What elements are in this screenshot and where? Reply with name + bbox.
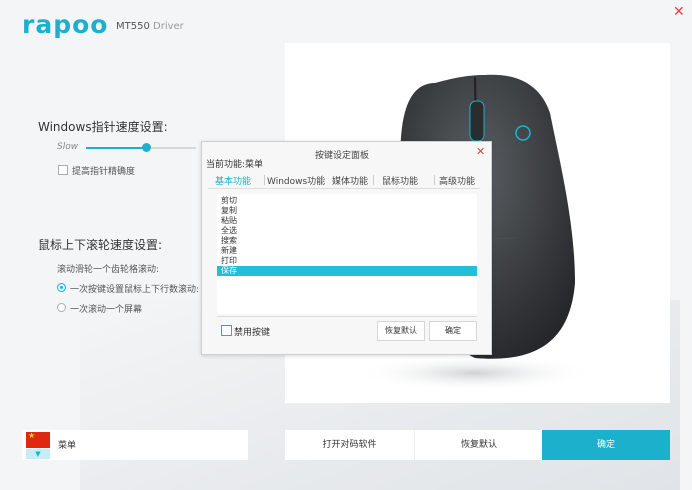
function-tabs: 基本功能 Windows功能 媒体功能 鼠标功能 高级功能 <box>208 172 480 189</box>
restore-default-button[interactable]: 恢复默认 <box>414 430 543 460</box>
confirm-button[interactable]: 确定 <box>542 430 670 460</box>
disable-key-label: 禁用按键 <box>234 328 271 338</box>
flag-star-icon: ★ <box>28 431 36 440</box>
tab-divider <box>264 175 265 185</box>
scroll-lines-radio[interactable] <box>57 283 66 292</box>
list-item[interactable]: 新建 <box>217 246 477 256</box>
rapoo-logo: rapoo <box>22 10 109 39</box>
list-item[interactable]: 复制 <box>217 206 477 216</box>
list-item[interactable]: 剪切 <box>217 196 477 206</box>
button-settings-dialog: 按键设定面板 ✕ 当前功能:菜单 基本功能 Windows功能 媒体功能 鼠标功… <box>201 141 492 355</box>
tab-advanced[interactable]: 高级功能 <box>439 174 475 187</box>
dialog-close-icon[interactable]: ✕ <box>476 145 485 158</box>
tab-basic[interactable]: 基本功能 <box>215 174 251 187</box>
window-close-icon[interactable]: ✕ <box>673 4 685 20</box>
open-pairing-button[interactable]: 打开对码软件 <box>285 430 414 460</box>
list-item[interactable]: 粘贴 <box>217 216 477 226</box>
scroll-speed-title: 鼠标上下滚轮速度设置: <box>38 238 163 252</box>
language-selector[interactable] <box>22 430 248 460</box>
tab-windows[interactable]: Windows功能 <box>267 174 325 187</box>
slow-label: Slow <box>57 142 79 152</box>
precision-label: 提高指针精确度 <box>72 167 136 177</box>
list-item-selected[interactable]: 保存 <box>217 266 477 276</box>
tab-media[interactable]: 媒体功能 <box>332 174 368 187</box>
tab-mouse[interactable]: 鼠标功能 <box>382 174 418 187</box>
model-name: MT550 Driver <box>116 21 184 32</box>
current-function-label: 当前功能:菜单 <box>206 160 264 170</box>
function-list: 剪切 复制 粘贴 全选 搜索 新建 打印 保存 <box>217 194 477 314</box>
dialog-divider <box>217 316 477 317</box>
driver-label: Driver <box>153 21 184 32</box>
language-label: 菜单 <box>58 441 77 451</box>
model-label: MT550 <box>116 21 150 32</box>
pointer-speed-fill <box>86 147 146 149</box>
tab-divider <box>434 175 435 185</box>
scroll-subtitle: 滚动滑轮一个齿轮格滚动: <box>57 265 160 275</box>
tab-divider <box>373 175 374 185</box>
scroll-screen-radio[interactable] <box>57 303 66 312</box>
list-item[interactable]: 全选 <box>217 226 477 236</box>
tab-divider <box>322 175 323 185</box>
pointer-speed-title: Windows指针速度设置: <box>38 120 168 134</box>
dialog-restore-button[interactable]: 恢复默认 <box>377 321 425 341</box>
disable-key-checkbox[interactable] <box>221 325 232 336</box>
chevron-down-icon[interactable]: ▼ <box>26 449 50 459</box>
dialog-ok-button[interactable]: 确定 <box>429 321 477 341</box>
list-item[interactable]: 打印 <box>217 256 477 266</box>
pointer-speed-thumb[interactable] <box>142 143 151 152</box>
scroll-lines-label: 一次按键设置鼠标上下行数滚动: <box>70 285 200 295</box>
precision-checkbox[interactable] <box>58 165 68 175</box>
list-item[interactable]: 搜索 <box>217 236 477 246</box>
scroll-screen-label: 一次滚动一个屏幕 <box>70 305 143 315</box>
